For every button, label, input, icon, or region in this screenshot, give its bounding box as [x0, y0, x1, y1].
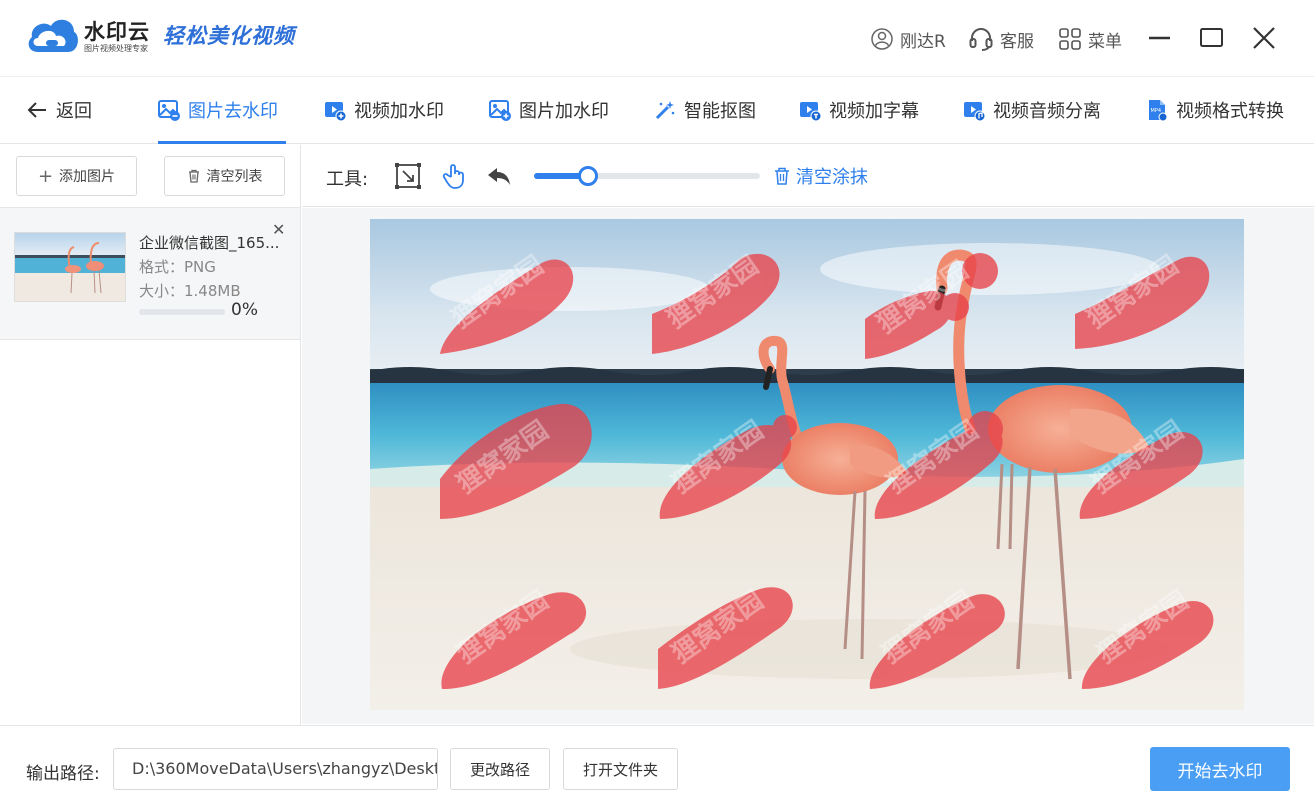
tab-video-audio-separate[interactable]: 视频音频分离	[963, 97, 1101, 123]
open-folder-button[interactable]: 打开文件夹	[563, 748, 678, 790]
tab-label: 视频格式转换	[1176, 101, 1284, 122]
file-list-panel: + 添加图片 清空列表 企业微信截图_165... 格式：PNG 大小：1.48…	[0, 145, 301, 725]
plus-icon: +	[37, 165, 54, 187]
tab-label: 智能抠图	[684, 101, 756, 122]
hand-brush-icon[interactable]	[441, 162, 469, 190]
menu-button[interactable]: 菜单	[1058, 24, 1122, 54]
magic-wand-icon	[655, 101, 675, 120]
tab-video-add-subtitle[interactable]: 视频加字幕	[799, 97, 919, 123]
customer-service-label: 客服	[1000, 31, 1034, 52]
clear-list-button[interactable]: 清空列表	[164, 156, 285, 196]
tab-video-add-watermark[interactable]: 视频加水印	[324, 97, 444, 123]
customer-service-button[interactable]: 客服	[968, 24, 1034, 54]
cloud-logo-icon	[28, 19, 78, 52]
minimize-icon[interactable]	[1143, 22, 1175, 54]
tab-label: 图片加水印	[519, 101, 609, 122]
svg-text:MP4: MP4	[1151, 108, 1162, 114]
function-tabs-bar: 返回 图片去水印 视频加水印 图片加水印 智能抠图 视频加字幕 视频音频分离 M…	[0, 76, 1314, 144]
grid-menu-icon	[1059, 28, 1081, 50]
active-tab-underline	[158, 141, 286, 144]
tab-image-add-watermark[interactable]: 图片加水印	[489, 97, 609, 123]
flamingo-beach-photo: 狸窝家园 狸窝家园 狸窝家园 狸窝家园狸窝家园 狸窝家园 狸窝家园 狸窝家园狸窝家园 狸窝家园…	[370, 219, 1244, 710]
file-progress-percent: 0%	[231, 300, 258, 320]
tab-label: 视频加水印	[354, 101, 444, 122]
clear-brush-button[interactable]: 清空涂抹	[774, 163, 868, 189]
rectangle-select-icon[interactable]	[394, 162, 422, 190]
trash-icon	[188, 169, 199, 183]
clear-list-label: 清空列表	[206, 169, 263, 185]
preview-image[interactable]: 狸窝家园 狸窝家园 狸窝家园 狸窝家园 狸窝家园 狸窝家园 狸窝家园 狸窝家园 狸窝家园 狸窝家园…	[370, 219, 1244, 710]
image-plus-icon	[489, 100, 511, 121]
change-path-button[interactable]: 更改路径	[450, 748, 550, 790]
file-format: 格式：PNG	[139, 258, 216, 276]
file-size: 大小：1.48MB	[139, 282, 241, 300]
file-name: 企业微信截图_165...	[139, 234, 280, 252]
brush-size-slider-handle[interactable]	[578, 166, 599, 186]
flamingo-thumbnail-image	[15, 233, 125, 301]
tab-label: 视频加字幕	[829, 101, 919, 122]
close-icon[interactable]	[1248, 22, 1280, 54]
trash-icon	[775, 167, 789, 185]
output-path-label: 输出路径:	[26, 764, 100, 784]
output-footer: 输出路径: D:\360MoveData\Users\zhangyz\Deskt…	[0, 725, 1314, 810]
menu-label: 菜单	[1088, 31, 1122, 52]
app-slogan: 轻松美化视频	[163, 23, 295, 48]
undo-icon[interactable]	[485, 162, 513, 190]
image-minus-icon	[158, 100, 180, 121]
mp4-file-icon: MP4	[1149, 100, 1168, 121]
user-account-button[interactable]: 刚达R	[870, 24, 946, 54]
edit-toolbar: 工具: 清空涂抹	[302, 145, 1314, 207]
tab-video-format-convert[interactable]: MP4 视频格式转换	[1146, 97, 1284, 123]
title-bar: 水印云 图片视频处理专家 轻松美化视频 刚达R 客服 菜单	[0, 0, 1314, 76]
preview-canvas-area: 狸窝家园 狸窝家园 狸窝家园 狸窝家园 狸窝家园 狸窝家园 狸窝家园 狸窝家园 狸窝家园 狸窝家园…	[302, 208, 1314, 724]
tab-image-remove-watermark[interactable]: 图片去水印	[158, 97, 278, 123]
tab-smart-cutout[interactable]: 智能抠图	[654, 97, 756, 123]
start-remove-watermark-button[interactable]: 开始去水印	[1150, 747, 1290, 791]
user-name: 刚达R	[900, 31, 946, 52]
maximize-icon[interactable]	[1196, 22, 1228, 54]
back-button[interactable]: 返回	[26, 97, 92, 123]
output-path-field[interactable]: D:\360MoveData\Users\zhangyz\Desktop	[113, 748, 438, 790]
file-progress-bar	[139, 309, 225, 315]
user-icon	[871, 28, 893, 50]
tab-label: 视频音频分离	[993, 101, 1101, 122]
video-subtitle-icon	[800, 102, 821, 121]
app-brand: 水印云	[84, 20, 150, 44]
headset-icon	[969, 28, 993, 51]
video-plus-icon	[325, 102, 346, 121]
add-image-label: 添加图片	[59, 169, 116, 185]
brush-size-slider[interactable]	[534, 166, 760, 186]
file-thumbnail	[14, 232, 126, 302]
app-brand-subtitle: 图片视频处理专家	[84, 44, 148, 53]
tab-label: 图片去水印	[188, 101, 278, 122]
file-list-item[interactable]: 企业微信截图_165... 格式：PNG 大小：1.48MB 0% ✕	[0, 207, 300, 340]
back-label: 返回	[56, 101, 92, 122]
clear-brush-label: 清空涂抹	[796, 167, 868, 188]
tools-label: 工具:	[326, 169, 369, 190]
add-image-button[interactable]: + 添加图片	[16, 156, 137, 196]
arrow-left-icon	[27, 102, 46, 118]
video-audio-icon	[964, 102, 985, 121]
remove-file-icon[interactable]: ✕	[272, 220, 285, 239]
